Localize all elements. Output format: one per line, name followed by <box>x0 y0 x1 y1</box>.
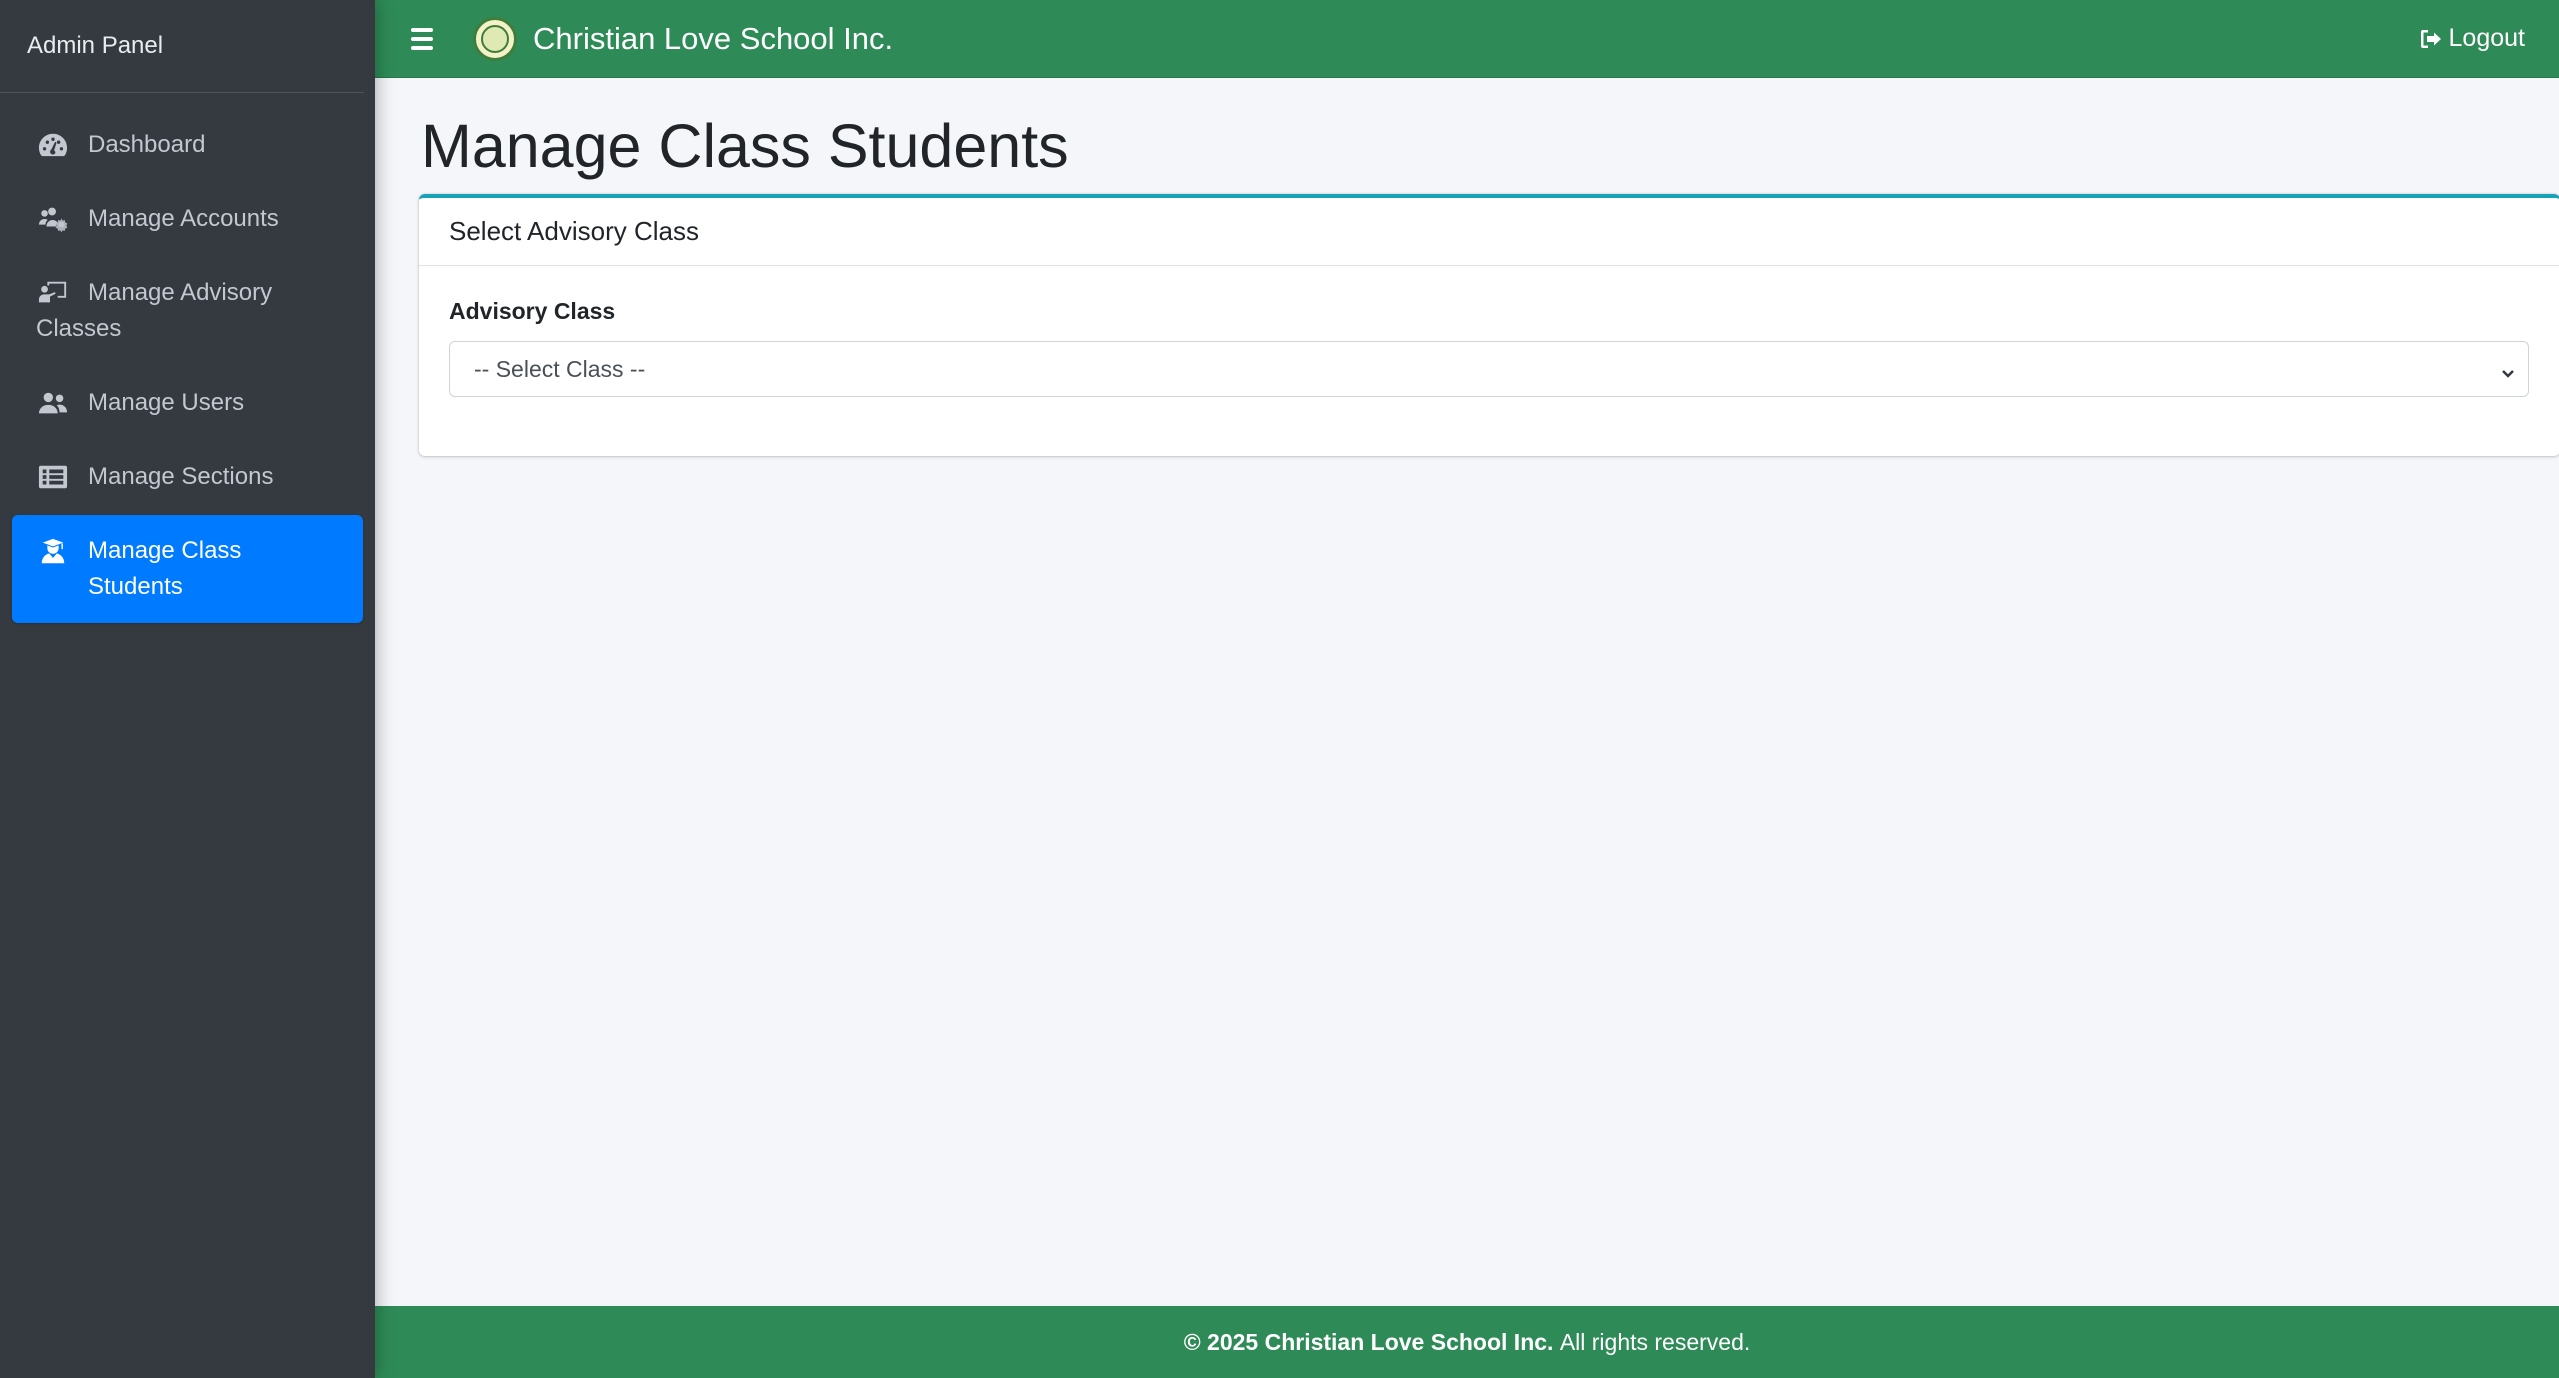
sidebar-item-dashboard[interactable]: Dashboard <box>12 109 363 181</box>
sidebar-item-label: Manage Sections <box>88 463 274 490</box>
sidebar: Admin Panel Dashboard Manage Accounts Ma… <box>0 0 375 1378</box>
select-class-card: Select Advisory Class Advisory Class -- … <box>419 194 2559 456</box>
brand-text: Admin Panel <box>27 32 164 59</box>
logout-label: Logout <box>2448 24 2525 52</box>
sidebar-item-manage-users[interactable]: Manage Users <box>12 367 363 439</box>
card-title: Select Advisory Class <box>419 198 2559 266</box>
top-navbar: Christian Love School Inc. Logout <box>375 0 2559 78</box>
sidebar-item-label: Manage Users <box>88 389 245 416</box>
users-icon <box>36 385 70 421</box>
main-content: Manage Class Students Select Advisory Cl… <box>375 78 2559 1306</box>
tachometer-icon <box>36 127 70 163</box>
school-name[interactable]: Christian Love School Inc. <box>533 21 893 57</box>
user-graduate-icon <box>36 533 70 569</box>
sidebar-item-label: Manage Advisory Classes <box>36 279 273 342</box>
footer: © 2025 Christian Love School Inc. All ri… <box>375 1306 2559 1378</box>
select-value: -- Select Class -- <box>474 355 646 382</box>
sidebar-item-label: Manage Accounts <box>88 205 279 232</box>
sidebar-brand[interactable]: Admin Panel <box>0 0 364 93</box>
hamburger-icon[interactable] <box>407 24 437 54</box>
logout-button[interactable]: Logout <box>2419 24 2525 53</box>
chalkboard-teacher-icon <box>36 275 70 311</box>
card-body: Advisory Class -- Select Class -- <box>419 266 2559 429</box>
sidebar-item-label: Manage Class Students <box>88 537 242 600</box>
chevron-down-icon <box>2500 360 2516 378</box>
advisory-class-label: Advisory Class <box>449 298 616 324</box>
users-cog-icon <box>36 201 70 237</box>
page-title: Manage Class Students <box>421 112 1069 180</box>
sidebar-item-manage-advisory-classes[interactable]: Manage Advisory Classes <box>12 257 363 365</box>
sidebar-nav: Dashboard Manage Accounts Manage Advisor… <box>0 93 375 623</box>
sidebar-item-manage-class-students[interactable]: Manage Class Students <box>12 515 363 623</box>
sign-out-icon <box>2420 29 2441 48</box>
sidebar-item-label: Dashboard <box>88 131 206 158</box>
advisory-class-select[interactable]: -- Select Class -- <box>449 341 2529 397</box>
school-seal-logo <box>473 16 517 61</box>
list-icon <box>36 459 70 495</box>
sidebar-item-manage-accounts[interactable]: Manage Accounts <box>12 183 363 255</box>
footer-rights: All rights reserved. <box>1559 1328 1751 1355</box>
footer-copyright: © 2025 Christian Love School Inc. <box>1183 1328 1554 1355</box>
sidebar-item-manage-sections[interactable]: Manage Sections <box>12 441 363 513</box>
